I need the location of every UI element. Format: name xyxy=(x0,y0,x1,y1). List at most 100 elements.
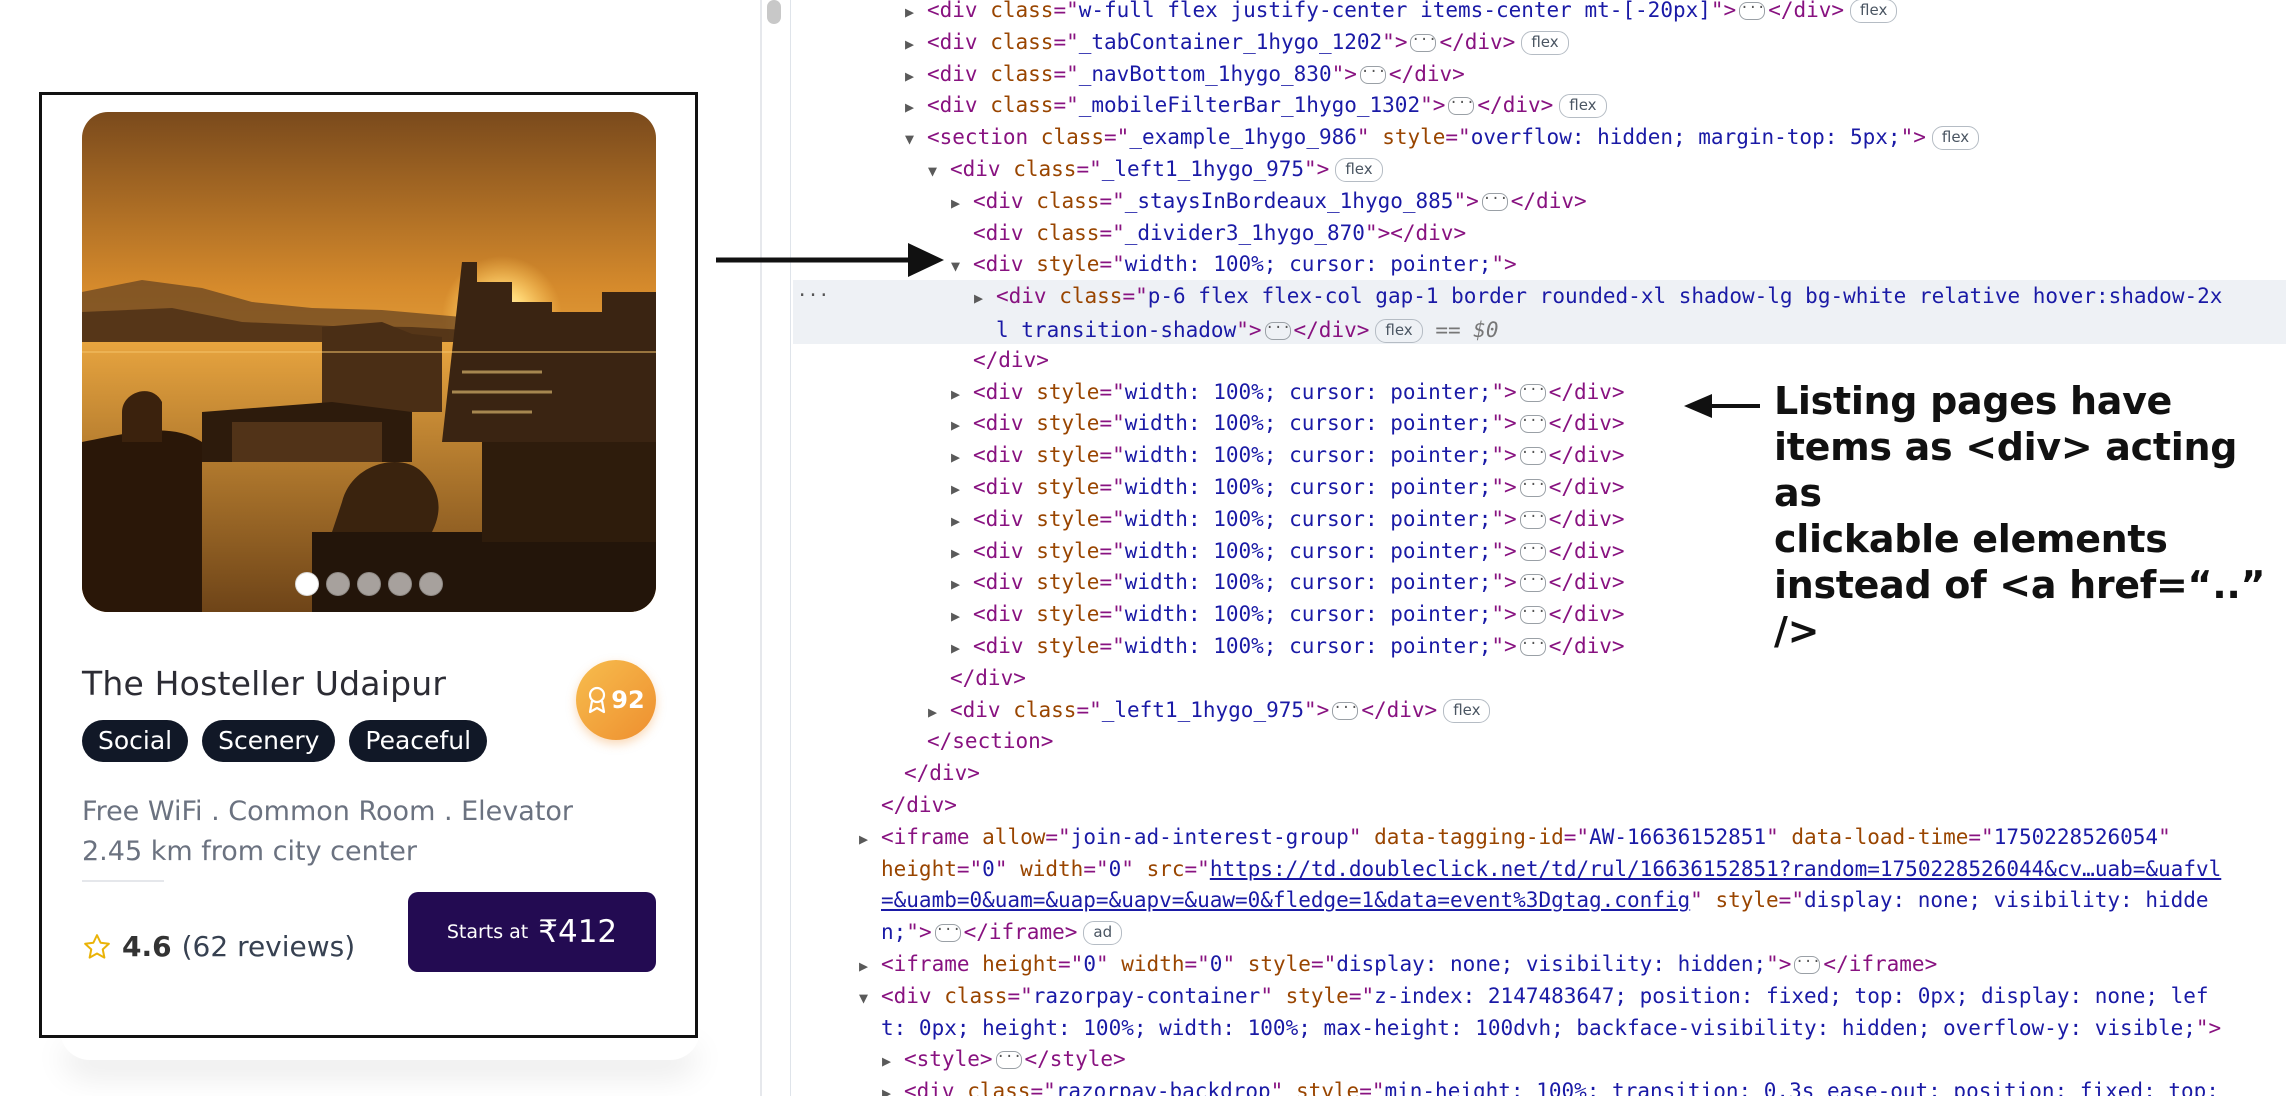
collapsed-triangle-icon[interactable]: ▶ xyxy=(951,187,973,219)
carousel-dot[interactable] xyxy=(357,572,381,596)
dom-node-row[interactable]: n;"> ··· </iframe> ad xyxy=(793,916,2286,948)
layout-badge[interactable]: flex xyxy=(1443,698,1491,723)
code-token: style xyxy=(1036,602,1100,627)
collapsed-content-button[interactable]: ··· xyxy=(1519,573,1546,593)
collapsed-content-button[interactable]: ··· xyxy=(1448,96,1475,116)
dom-node-row[interactable]: </div> xyxy=(793,789,2286,821)
collapsed-content-button[interactable]: ··· xyxy=(995,1050,1022,1070)
dom-node-row[interactable]: height="0" width="0" src="https://td.dou… xyxy=(793,853,2286,885)
collapsed-triangle-icon[interactable]: ▶ xyxy=(859,950,881,982)
expanded-triangle-icon[interactable]: ▼ xyxy=(951,250,973,282)
dom-node-row[interactable]: t: 0px; height: 100%; width: 100%; max-h… xyxy=(793,1012,2286,1044)
collapsed-content-button[interactable]: ··· xyxy=(1519,542,1546,561)
code-token: "> xyxy=(1453,188,1479,213)
collapsed-content-button[interactable]: ··· xyxy=(1519,446,1546,466)
carousel-indicators[interactable] xyxy=(82,572,656,596)
collapsed-triangle-icon[interactable]: ▶ xyxy=(859,823,881,855)
collapsed-triangle-icon[interactable]: ▶ xyxy=(951,600,973,632)
dom-node-row-selected[interactable]: ··· ▶ <div class="p-6 flex flex-col gap-1 … xyxy=(793,280,2286,345)
code-token: " xyxy=(1260,983,1286,1008)
row-menu-icon[interactable]: ··· xyxy=(793,280,833,312)
collapsed-triangle-icon[interactable]: ▶ xyxy=(905,60,927,92)
dom-node-row[interactable]: ▶ <div class="_mobileFilterBar_1hygo_1302… xyxy=(793,89,2286,121)
collapsed-triangle-icon[interactable]: ▶ xyxy=(928,696,950,728)
collapsed-triangle-icon[interactable]: ▶ xyxy=(951,473,973,505)
collapsed-content-button[interactable]: ··· xyxy=(1481,192,1508,211)
collapsed-content-button[interactable]: ··· xyxy=(1264,321,1291,341)
collapsed-content-button[interactable]: ··· xyxy=(1359,65,1386,84)
collapsed-triangle-icon[interactable]: ▶ xyxy=(882,1077,904,1096)
starts-at-price-button[interactable]: Starts at ₹412 xyxy=(408,892,656,972)
code-token: =" xyxy=(1053,29,1079,54)
code-token: "> xyxy=(2195,1015,2222,1040)
collapsed-triangle-icon[interactable]: ▶ xyxy=(951,568,973,600)
dom-node-row[interactable]: ▶ <div class="razorpay-backdrop" style="m… xyxy=(793,1075,2286,1096)
dom-node-row[interactable]: </div> xyxy=(793,344,2286,376)
layout-badge[interactable]: flex xyxy=(1335,158,1383,182)
collapsed-triangle-icon[interactable]: ▶ xyxy=(951,441,973,473)
carousel-dot[interactable] xyxy=(326,572,350,596)
layout-badge[interactable]: flex xyxy=(1931,126,1980,151)
dom-node-row[interactable]: </section> xyxy=(793,725,2286,757)
collapsed-triangle-icon[interactable]: ▶ xyxy=(905,0,927,28)
collapsed-content-button[interactable]: ··· xyxy=(1410,33,1437,52)
collapsed-content-button[interactable]: ··· xyxy=(1794,955,1821,974)
expanded-triangle-icon[interactable]: ▼ xyxy=(859,982,881,1014)
dom-node-row[interactable]: ▶ <div class="_left1_1hygo_975"> ··· </div>… xyxy=(793,694,2286,726)
expanded-triangle-icon[interactable]: ▼ xyxy=(905,123,927,155)
collapsed-content-button[interactable]: ··· xyxy=(934,923,961,943)
collapsed-triangle-icon[interactable]: ▶ xyxy=(951,632,973,664)
dom-node-row[interactable]: ▼ <div class="_left1_1hygo_975"> flex xyxy=(793,153,2286,185)
dom-node-row[interactable]: ▶ <iframe allow="join-ad-interest-group" … xyxy=(793,821,2286,853)
dom-node-row[interactable]: </div> xyxy=(793,662,2286,694)
collapsed-triangle-icon[interactable]: ▶ xyxy=(951,409,973,441)
attr-link[interactable]: =&uamb=0&uam=&uap=&uapv=&uaw=0&fledge=1&… xyxy=(881,888,1690,912)
dom-node-row[interactable]: ▶ <iframe height="0" width="0" style="dis… xyxy=(793,948,2286,980)
collapsed-triangle-icon[interactable]: ▶ xyxy=(951,505,973,537)
collapsed-content-button[interactable]: ··· xyxy=(1519,414,1546,434)
dom-node-row[interactable]: </div> xyxy=(793,757,2286,789)
dom-node-row[interactable]: ▼ <div class="razorpay-container" style="… xyxy=(793,980,2286,1012)
code-token: </div> xyxy=(1293,318,1370,343)
carousel-dot[interactable] xyxy=(388,572,412,596)
expanded-triangle-icon[interactable]: ▼ xyxy=(928,155,950,187)
layout-badge[interactable]: flex xyxy=(1850,0,1898,23)
collapsed-triangle-icon[interactable]: ▶ xyxy=(951,378,973,410)
dom-node-row[interactable]: <div class="_divider3_1hygo_870"></div> xyxy=(793,217,2286,249)
collapsed-content-button[interactable]: ··· xyxy=(1519,637,1546,656)
carousel-dot[interactable] xyxy=(295,572,319,596)
collapsed-triangle-icon[interactable]: ▶ xyxy=(882,1045,904,1077)
collapsed-content-button[interactable]: ··· xyxy=(1519,383,1546,402)
collapsed-content-button[interactable]: ··· xyxy=(1332,701,1359,720)
code-token: allow xyxy=(982,824,1046,849)
layout-badge[interactable]: flex xyxy=(1375,319,1423,344)
layout-badge[interactable]: flex xyxy=(1559,94,1607,119)
collapsed-content-button[interactable]: ··· xyxy=(1519,605,1546,625)
dom-node-row[interactable]: ▶ <style> ··· </style> xyxy=(793,1043,2286,1075)
dom-node-row[interactable]: ▶ <div class="_tabContainer_1hygo_1202"> ·… xyxy=(793,26,2286,58)
dom-node-row[interactable]: ▶ <div class="_staysInBordeaux_1hygo_885"… xyxy=(793,185,2286,217)
code-token: " xyxy=(1121,856,1147,881)
collapsed-triangle-icon[interactable]: ▶ xyxy=(905,28,927,60)
layout-badge[interactable]: ad xyxy=(1083,921,1123,946)
code-token: min-height: 100%; transition: 0.3s ease-… xyxy=(1384,1079,2219,1096)
collapsed-triangle-icon[interactable]: ▶ xyxy=(974,282,996,314)
code-token: display: none; visibility: hidde xyxy=(1803,888,2209,913)
dom-node-row[interactable]: ▼ <div style="width: 100%; cursor: pointe… xyxy=(793,248,2286,280)
dom-node-row[interactable]: ▼ <section class="_example_1hygo_986" sty… xyxy=(793,121,2286,153)
listing-photo-carousel[interactable] xyxy=(82,112,656,612)
carousel-dot[interactable] xyxy=(419,572,443,596)
dom-node-row[interactable]: ▶ <div class="_navBottom_1hygo_830"> ··· </… xyxy=(793,58,2286,90)
dom-node-row[interactable]: ▶ <div class="w-full flex justify-center … xyxy=(793,0,2286,26)
layout-badge[interactable]: flex xyxy=(1521,30,1569,55)
collapsed-content-button[interactable]: ··· xyxy=(1519,510,1546,529)
code-token: style xyxy=(1036,570,1100,595)
dom-node-row[interactable]: =&uamb=0&uam=&uap=&uapv=&uaw=0&fledge=1&… xyxy=(793,884,2286,916)
attr-link[interactable]: https://td.doubleclick.net/td/rul/166361… xyxy=(1210,857,2221,881)
collapsed-content-button[interactable]: ··· xyxy=(1519,478,1546,497)
devtools-scrollbar[interactable] xyxy=(767,0,781,24)
collapsed-content-button[interactable]: ··· xyxy=(1739,1,1765,20)
tag-scenery: Scenery xyxy=(202,720,336,762)
collapsed-triangle-icon[interactable]: ▶ xyxy=(905,91,927,123)
collapsed-triangle-icon[interactable]: ▶ xyxy=(951,537,973,569)
